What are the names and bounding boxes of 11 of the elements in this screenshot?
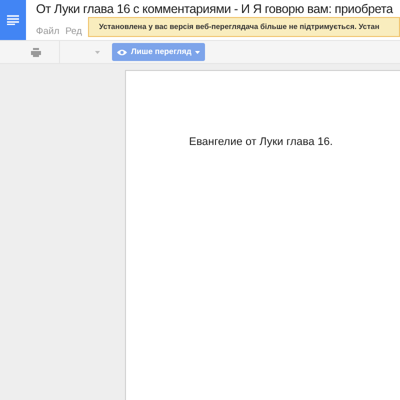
docs-logo[interactable] <box>0 0 26 40</box>
menu-icon <box>7 15 19 25</box>
document-paragraph: Евангелие от Луки глава 16. <box>189 135 334 150</box>
menu-item[interactable]: Ред <box>65 25 82 39</box>
caret-icon[interactable] <box>95 50 100 54</box>
eye-icon <box>117 48 127 56</box>
view-only-button[interactable]: Лише перегляд <box>112 43 206 61</box>
print-icon[interactable] <box>30 48 40 56</box>
document-title[interactable]: От Луки глава 16 с комментариями - И Я говорю вам: приобрета <box>36 1 393 17</box>
caret-icon <box>195 50 200 54</box>
menu-item[interactable]: Файл <box>36 25 60 39</box>
